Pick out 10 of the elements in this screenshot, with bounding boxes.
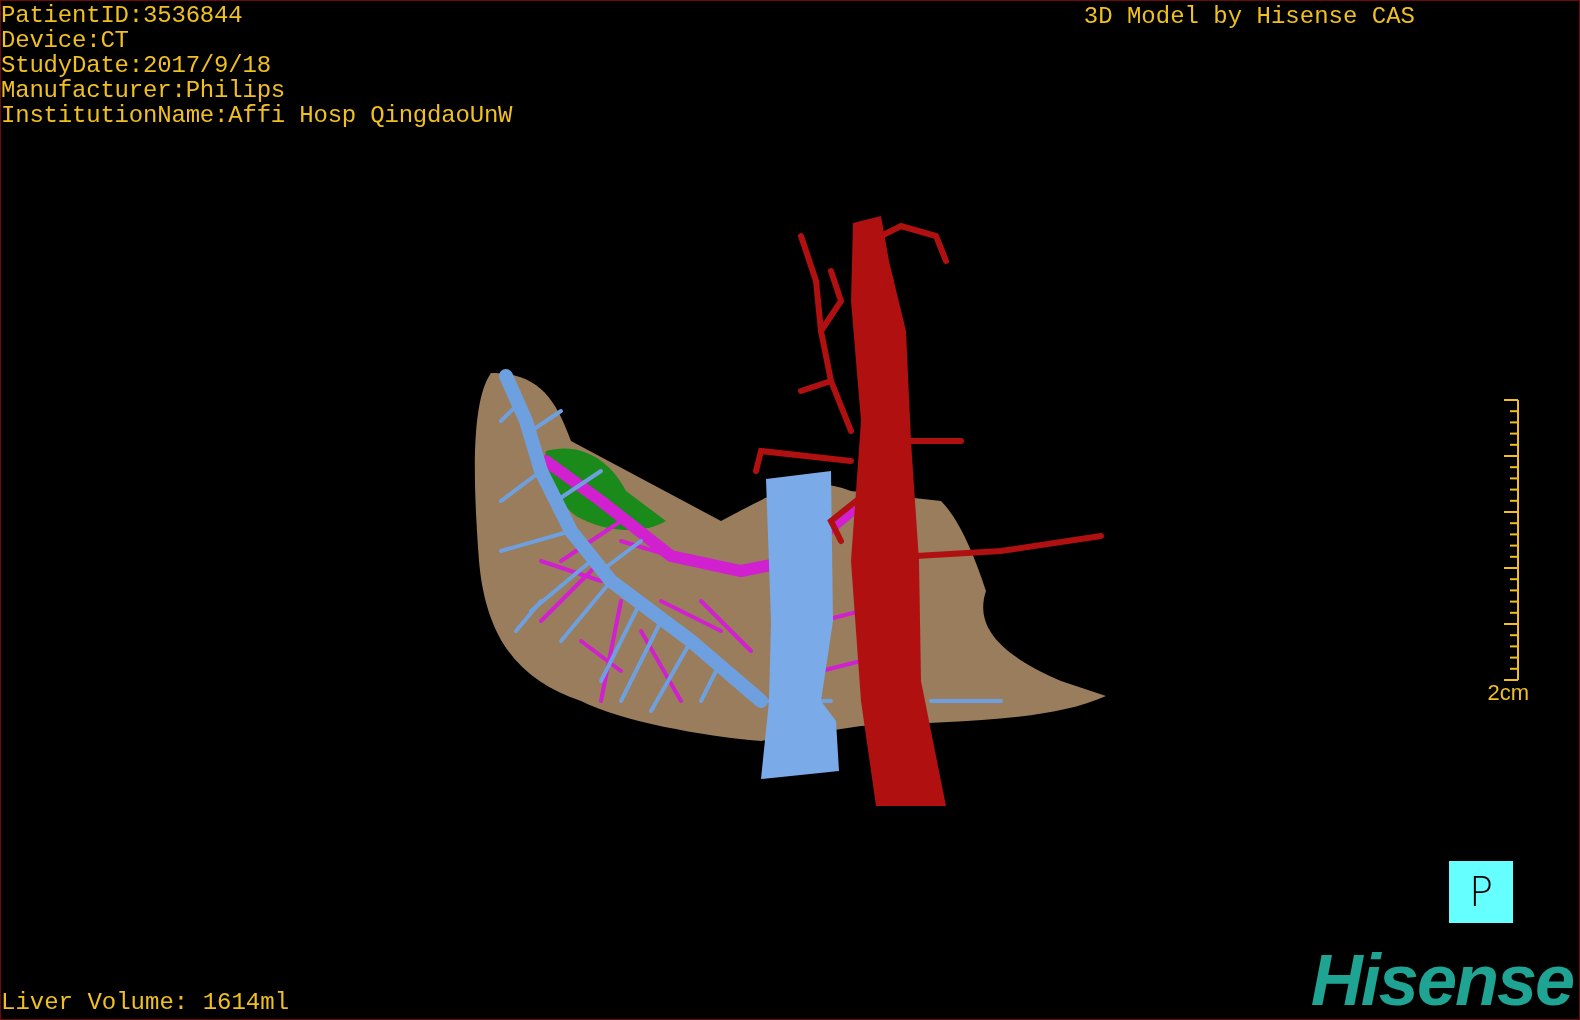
patient-info-line: Manufacturer:Philips bbox=[1, 78, 287, 103]
model-title: 3D Model by Hisense CAS bbox=[1083, 2, 1416, 32]
patient-info-line: Device:CT bbox=[1, 28, 130, 53]
patient-info-line: StudyDate:2017/9/18 bbox=[1, 53, 272, 78]
patient-info-line: PatientID:3536844 bbox=[1, 3, 244, 28]
orientation-marker: P bbox=[1449, 861, 1513, 923]
brand-logo: Hisense bbox=[1310, 947, 1574, 1013]
patient-info-line: InstitutionName:Affi Hosp QingdaoUnW bbox=[1, 103, 514, 128]
liver-volume: Liver Volume: 1614ml bbox=[1, 990, 290, 1015]
scale-label: 2cm bbox=[1487, 681, 1529, 705]
